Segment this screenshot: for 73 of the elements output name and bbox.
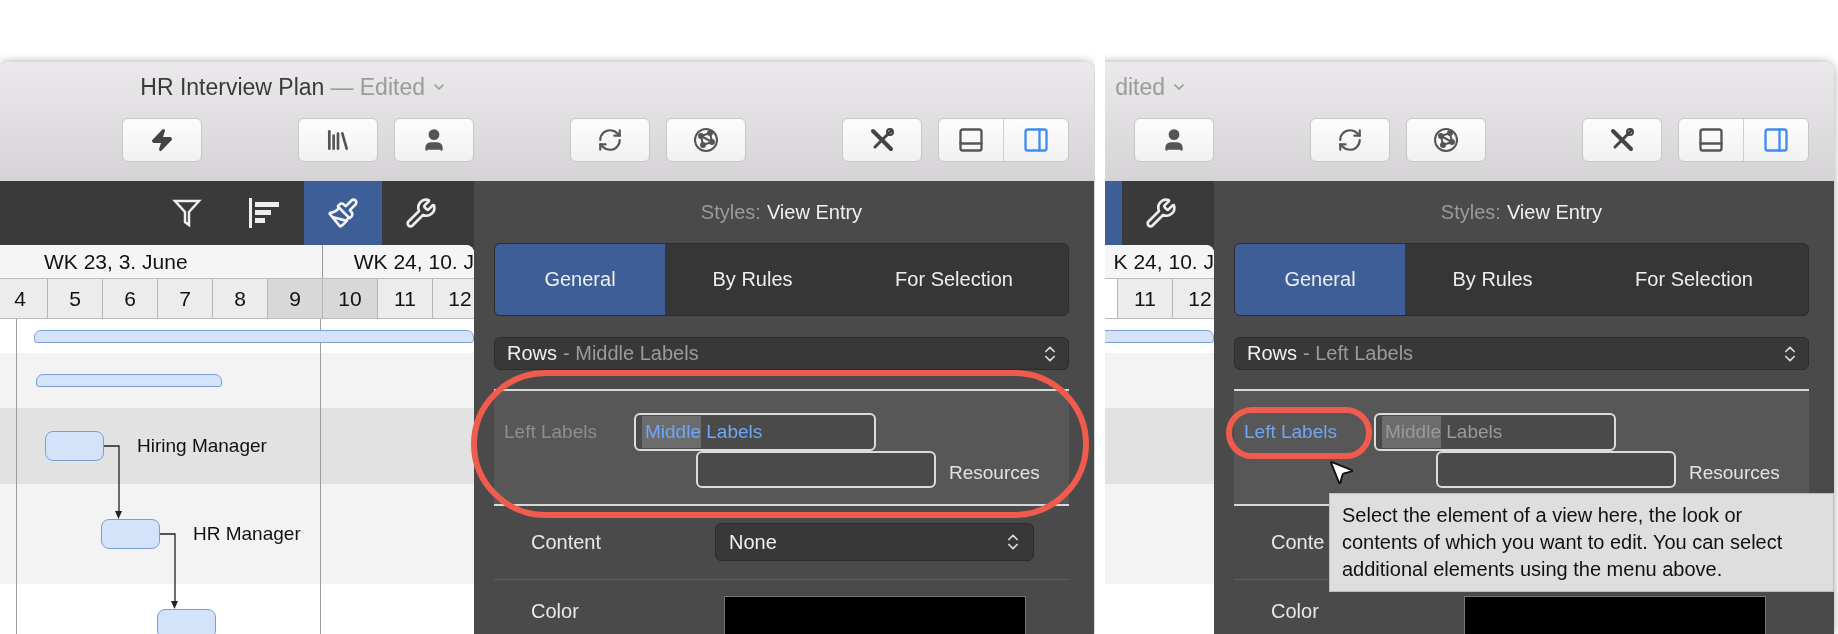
styles-label: Styles: <box>700 200 761 224</box>
sync-button[interactable] <box>570 118 650 162</box>
color-swatch[interactable] <box>724 596 1026 634</box>
inspector-tab[interactable]: By Rules <box>665 244 840 315</box>
wrench-icon <box>405 197 437 229</box>
network-button[interactable] <box>666 118 746 162</box>
books-button[interactable] <box>298 118 378 162</box>
sync-icon <box>597 127 623 153</box>
inspector-tab[interactable]: General <box>1235 244 1405 315</box>
resources-option[interactable]: Resources <box>949 461 1040 484</box>
network-icon <box>693 127 719 153</box>
task-label: HR Manager <box>193 523 301 545</box>
network-button[interactable] <box>1406 118 1486 162</box>
resources-box[interactable] <box>1436 451 1676 488</box>
styles-label: Styles: <box>1440 200 1501 224</box>
bottom-pane-icon <box>957 126 985 154</box>
day-header: 5 <box>47 279 102 318</box>
day-header: 4 <box>0 279 47 318</box>
color-label: Color <box>531 599 579 623</box>
element-dropdown[interactable]: Rows - Left Labels <box>1234 337 1809 370</box>
side-pane-icon <box>1762 126 1790 154</box>
element-dropdown[interactable]: Rows - Middle Labels <box>494 337 1069 370</box>
week-header: WK 23, 3. June <box>43 248 189 275</box>
day-header: 7 <box>157 279 212 318</box>
inspector-tab[interactable]: By Rules <box>1405 244 1580 315</box>
content-select[interactable]: None <box>715 523 1034 561</box>
resources-box[interactable] <box>696 451 936 488</box>
color-label: Color <box>1271 599 1319 623</box>
bottom-pane-icon <box>1697 126 1725 154</box>
day-header: 6 <box>102 279 157 318</box>
task-bar <box>101 519 160 549</box>
tools-button[interactable] <box>1582 118 1662 162</box>
styles-value: View Entry <box>766 200 863 224</box>
middle-labels-box[interactable]: Middle Labels <box>634 413 876 451</box>
styles-value: View Entry <box>1506 200 1603 224</box>
inspector-tab[interactable]: For Selection <box>840 244 1068 315</box>
task-bar <box>45 431 104 461</box>
edited-status: dited <box>1115 73 1165 101</box>
tooltip: Select the element of a view here, the look or contents of which you want to edit. You can select additional elements using the menu above. <box>1329 493 1834 592</box>
gantt-icon <box>248 197 282 229</box>
view-tab[interactable] <box>304 181 382 245</box>
person-button[interactable] <box>394 118 474 162</box>
task-bar <box>157 609 216 634</box>
window-title: HR Interview Plan <box>140 73 325 101</box>
day-header: 12 <box>432 279 474 318</box>
day-header: 11 <box>377 279 432 318</box>
lightning-icon <box>150 128 174 152</box>
resources-option[interactable]: Resources <box>1689 461 1780 484</box>
tools-button[interactable] <box>842 118 922 162</box>
brush-icon <box>327 197 359 229</box>
content-label: Conte <box>1271 530 1325 554</box>
network-icon <box>1433 127 1459 153</box>
edited-status: — Edited <box>330 73 425 101</box>
tools-icon <box>869 127 895 153</box>
day-header: 8 <box>212 279 267 318</box>
day-header: 10 <box>322 279 377 318</box>
books-icon <box>325 127 351 153</box>
content-label: Content <box>531 530 602 554</box>
funnel-icon <box>172 197 202 229</box>
tools-icon <box>1609 127 1635 153</box>
day-header: 12 <box>1172 279 1214 318</box>
side-pane-icon <box>1022 126 1050 154</box>
sync-button[interactable] <box>1310 118 1390 162</box>
lightning-button[interactable] <box>122 118 202 162</box>
color-swatch[interactable] <box>1464 596 1766 634</box>
sync-icon <box>1337 127 1363 153</box>
inspector-tab[interactable]: For Selection <box>1580 244 1808 315</box>
day-header: 11 <box>1117 279 1172 318</box>
inspector-tab[interactable]: General <box>495 244 665 315</box>
task-label: Hiring Manager <box>137 435 267 457</box>
person-button[interactable] <box>1134 118 1214 162</box>
wrench-icon <box>1145 197 1177 229</box>
day-header: 9 <box>267 279 322 318</box>
